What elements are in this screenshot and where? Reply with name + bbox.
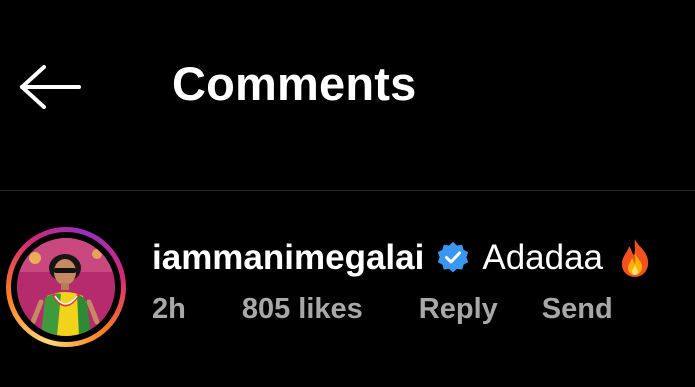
- header: Comments: [0, 0, 695, 190]
- avatar: [17, 238, 115, 336]
- comment-likes-count[interactable]: 805 likes: [242, 293, 363, 326]
- comment-body: iammanimegalai Adadaa: [152, 235, 653, 281]
- back-button[interactable]: [14, 58, 86, 116]
- fire-emoji-icon: [617, 238, 653, 278]
- comment-meta: 2h 805 likes Reply Send: [152, 293, 613, 326]
- reply-button[interactable]: Reply: [419, 293, 498, 326]
- comment-timestamp: 2h: [152, 293, 186, 325]
- arrow-left-icon: [20, 65, 81, 109]
- verified-badge-icon: [436, 241, 470, 275]
- comment-item: iammanimegalai Adadaa 2h 805 likes Reply…: [0, 191, 695, 387]
- comment-username[interactable]: iammanimegalai: [152, 238, 424, 278]
- send-button[interactable]: Send: [542, 293, 613, 326]
- avatar-image: [17, 238, 115, 336]
- comment-text: Adadaa: [482, 238, 604, 277]
- page-title: Comments: [172, 57, 417, 110]
- story-ring-avatar[interactable]: [6, 227, 126, 347]
